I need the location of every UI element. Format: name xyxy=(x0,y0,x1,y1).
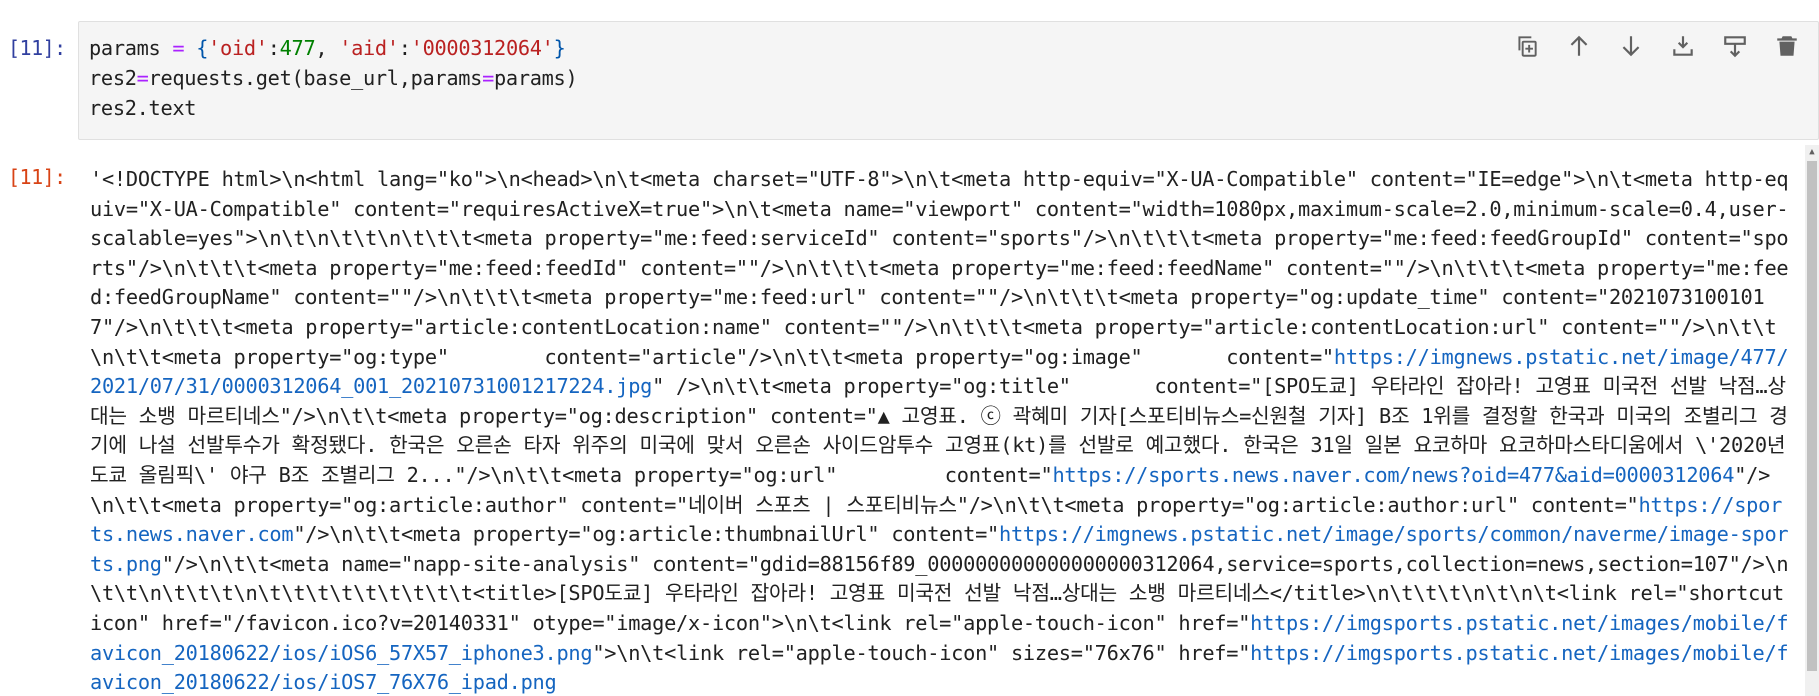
code-text[interactable]: params = {'oid':477, 'aid':'0000312064'}… xyxy=(89,33,578,123)
output-scrollbar[interactable]: ▲ xyxy=(1805,145,1819,696)
output-cell: [11]: '<!DOCTYPE html>\n<html lang="ko">… xyxy=(0,145,1819,696)
output-text[interactable]: '<!DOCTYPE html>\n<html lang="ko">\n<hea… xyxy=(90,165,1790,696)
copy-icon xyxy=(1518,36,1537,57)
insert-above-icon xyxy=(1724,36,1746,58)
code-token: = xyxy=(482,66,494,90)
code-token: params xyxy=(89,36,173,60)
scroll-thumb[interactable] xyxy=(1807,161,1817,671)
code-token: 'oid' xyxy=(208,36,268,60)
code-token: = xyxy=(172,36,185,60)
input-cell[interactable]: [11]: params = {'oid':477, 'aid':'000031… xyxy=(0,0,1819,140)
output-segment: "/>\n\t\t<meta property="og:article:thum… xyxy=(293,522,999,547)
scroll-up-arrow-icon[interactable]: ▲ xyxy=(1805,145,1819,159)
move-up-icon xyxy=(1570,35,1588,56)
code-token: params) xyxy=(494,66,578,90)
code-token: res2.text xyxy=(89,96,197,120)
move-down-icon xyxy=(1622,36,1640,57)
code-token: } xyxy=(553,36,566,60)
cell-toolbar xyxy=(1511,30,1803,62)
move-down-button[interactable] xyxy=(1615,30,1647,62)
output-link[interactable]: https://sports.news.naver.com/news?oid=4… xyxy=(1052,463,1734,487)
code-token: 477 xyxy=(279,36,316,60)
move-up-button[interactable] xyxy=(1563,30,1595,62)
output-segment: ">\n\t<link rel="apple-touch-icon" sizes… xyxy=(592,640,1251,665)
delete-cell-button[interactable] xyxy=(1771,30,1803,62)
input-prompt: [11]: xyxy=(8,36,66,60)
output-segment: '<!DOCTYPE html>\n<html lang="ko">\n<hea… xyxy=(90,167,1789,369)
insert-below-button[interactable] xyxy=(1667,30,1699,62)
code-token: , xyxy=(315,36,340,60)
insert-below-icon xyxy=(1673,36,1693,56)
code-token: '0000312064' xyxy=(410,36,554,60)
output-prompt: [11]: xyxy=(8,165,66,189)
code-token: : xyxy=(267,36,280,60)
code-token: = xyxy=(136,66,149,90)
code-token: 'aid' xyxy=(339,36,399,60)
code-token: requests.get(base_url,params xyxy=(148,66,483,90)
duplicate-cell-button[interactable] xyxy=(1511,30,1543,62)
code-token: { xyxy=(196,36,209,60)
output-area[interactable]: '<!DOCTYPE html>\n<html lang="ko">\n<hea… xyxy=(90,165,1790,696)
delete-icon xyxy=(1777,36,1797,56)
insert-above-button[interactable] xyxy=(1719,30,1751,62)
code-token: : xyxy=(398,36,411,60)
code-token: res2 xyxy=(89,66,137,90)
